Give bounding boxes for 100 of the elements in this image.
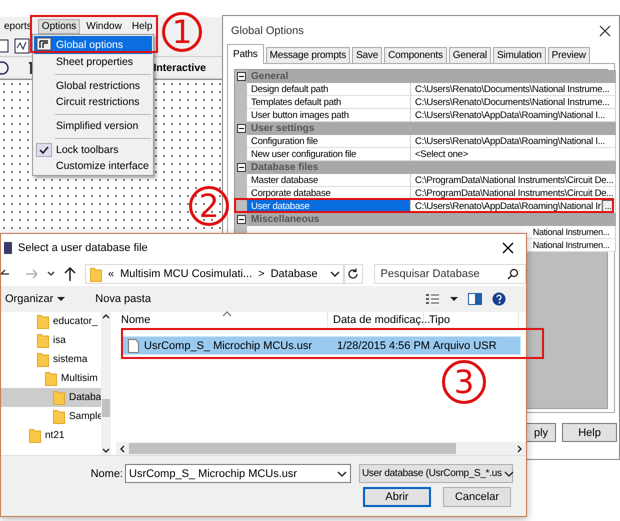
file-name-field[interactable]: UsrComp_S_ Microchip MCUs.usr xyxy=(125,464,351,483)
file-date: 1/28/2015 4:56 PM xyxy=(336,340,428,352)
step-marker: 2 xyxy=(189,186,229,226)
app-icon xyxy=(3,241,13,255)
property-label[interactable]: Master database xyxy=(247,174,411,187)
chevron-down-icon[interactable] xyxy=(47,270,55,278)
tab[interactable]: Paths xyxy=(227,44,264,64)
menu-item[interactable]: Sheet properties xyxy=(34,54,152,70)
chevron-down-icon[interactable] xyxy=(337,470,347,478)
folder-icon xyxy=(90,266,102,282)
property-label[interactable]: Configuration file xyxy=(247,135,411,148)
menu-item[interactable]: Simplified version xyxy=(34,118,152,134)
close-icon[interactable] xyxy=(502,242,514,254)
search-field[interactable]: Pesquisar Database xyxy=(374,264,526,284)
property-label[interactable]: User button images path xyxy=(247,109,411,122)
property-value: C:\ProgramData\National Instruments\Circuit De... xyxy=(411,174,616,187)
dialog-button[interactable]: Cancelar xyxy=(443,487,511,507)
menu-item[interactable]: Circuit restrictions xyxy=(34,94,152,110)
folder-icon xyxy=(37,333,49,348)
step-marker: 3 xyxy=(442,360,486,404)
tab[interactable]: Save xyxy=(352,47,382,63)
menu-item[interactable]: Customize interface xyxy=(34,158,152,174)
chart-icon[interactable] xyxy=(14,38,30,54)
tree-item[interactable]: Multisim xyxy=(1,369,101,388)
folder-icon xyxy=(53,409,65,424)
breadcrumb[interactable]: Multisim MCU Cosimulati... xyxy=(120,268,252,280)
up-arrow-icon[interactable] xyxy=(64,267,76,281)
property-value: C:\Users\Renato\Documents\National Instrume... xyxy=(411,83,616,96)
column-header[interactable]: Nome xyxy=(121,314,150,326)
preview-pane-icon[interactable] xyxy=(468,293,482,305)
scroll-down-icon[interactable] xyxy=(102,447,110,455)
sort-caret-icon xyxy=(222,311,232,317)
file-type-dropdown[interactable]: User database (UsrComp_S_*.us xyxy=(359,464,513,483)
dialog-button[interactable]: Abrir xyxy=(363,487,431,507)
toolbar-button[interactable]: Nova pasta xyxy=(92,291,154,307)
interactive-button[interactable]: Interactive xyxy=(153,60,206,76)
scroll-thumb[interactable] xyxy=(129,443,456,454)
file-name: UsrComp_S_ Microchip MCUs.usr xyxy=(144,340,312,352)
address-bar[interactable]: « Multisim MCU Cosimulati... > Database xyxy=(85,264,344,284)
tab[interactable]: Preview xyxy=(548,47,590,63)
dialog-button[interactable]: ply xyxy=(526,423,556,442)
scroll-right-icon[interactable] xyxy=(516,444,524,452)
menu-item[interactable]: Lock toolbars xyxy=(34,142,152,158)
tab[interactable]: Simulation xyxy=(492,47,546,63)
close-icon[interactable] xyxy=(599,24,611,36)
dialog-title: Select a user database file xyxy=(18,242,148,254)
tree-item[interactable]: isa xyxy=(1,331,101,350)
property-label[interactable]: Design default path xyxy=(247,83,411,96)
path-separator[interactable]: > xyxy=(258,268,265,280)
collapse-icon[interactable] xyxy=(236,163,246,172)
toolbar-icon[interactable] xyxy=(0,60,10,76)
menu-item[interactable]: Window xyxy=(82,18,126,34)
property-label[interactable]: New user configuration file xyxy=(247,148,411,161)
scroll-left-icon[interactable] xyxy=(118,444,126,452)
menu-item[interactable]: Global restrictions xyxy=(34,78,152,94)
menu-item[interactable]: Help xyxy=(128,18,156,34)
file-row[interactable]: UsrComp_S_ Microchip MCUs.usr 1/28/2015 4:56 PM Arquivo USR xyxy=(121,336,521,355)
chevron-down-icon[interactable] xyxy=(330,270,340,278)
property-value: C:\Users\Renato\AppData\Roaming\National I... xyxy=(411,109,616,122)
step-marker: 1 xyxy=(162,12,202,52)
column-header[interactable]: Data de modificaç... xyxy=(333,314,430,326)
group-header: User settings xyxy=(247,122,616,135)
scroll-up-icon[interactable] xyxy=(102,312,110,320)
tab[interactable]: General xyxy=(448,47,491,63)
folder-icon xyxy=(53,390,65,405)
tree-item[interactable]: educator_ xyxy=(1,312,101,331)
breadcrumb[interactable]: Database xyxy=(270,268,318,280)
search-icon[interactable] xyxy=(507,268,519,280)
folder-icon xyxy=(45,371,57,386)
chevron-down-icon xyxy=(504,470,514,478)
property-label[interactable]: Templates default path xyxy=(247,96,411,109)
scroll-thumb[interactable] xyxy=(102,399,110,417)
property-value: C:\Users\Renato\Documents\National Instrume... xyxy=(411,96,616,109)
collapse-icon[interactable] xyxy=(236,124,246,133)
tree-item[interactable]: sistema xyxy=(1,350,101,369)
folder-icon xyxy=(37,314,49,329)
view-options-icon[interactable] xyxy=(426,293,440,305)
tab[interactable]: Message prompts xyxy=(266,47,350,63)
file-icon xyxy=(128,338,139,352)
column-header[interactable]: Tipo xyxy=(429,314,450,326)
tree-item[interactable]: Sample xyxy=(1,407,101,426)
tab[interactable]: Components xyxy=(384,47,447,63)
path-overflow[interactable]: « xyxy=(108,268,114,280)
tree-item[interactable]: Databa xyxy=(1,388,101,407)
toolbar-icon[interactable] xyxy=(0,38,10,54)
property-value: National Instrumen... xyxy=(532,240,610,250)
menu-item[interactable]: Options xyxy=(38,18,80,34)
group-header: General xyxy=(247,70,616,83)
tree-item[interactable]: nt21 xyxy=(1,426,101,445)
folder-icon xyxy=(29,428,41,443)
dialog-button[interactable]: Help xyxy=(562,423,617,442)
toolbar-button[interactable]: Organizar xyxy=(2,291,68,307)
group-header: Miscellaneous xyxy=(247,213,616,226)
help-icon[interactable] xyxy=(492,292,506,306)
caret-icon[interactable] xyxy=(450,296,458,302)
property-value: C:\Users\Renato\AppData\Roaming\National I... xyxy=(411,135,616,148)
collapse-icon[interactable] xyxy=(236,72,246,81)
dialog-title: Global Options xyxy=(231,24,304,36)
refresh-button[interactable] xyxy=(344,264,362,284)
collapse-icon[interactable] xyxy=(236,215,246,224)
